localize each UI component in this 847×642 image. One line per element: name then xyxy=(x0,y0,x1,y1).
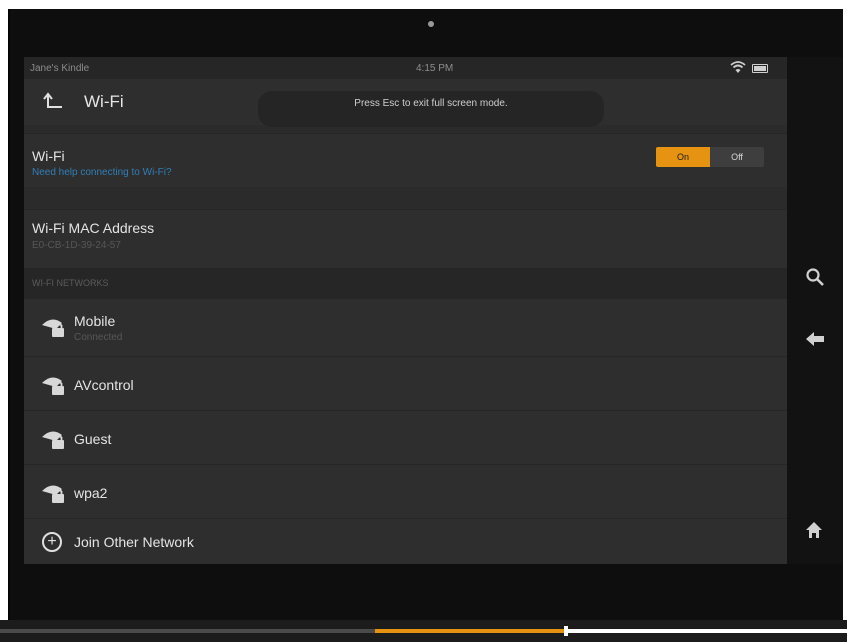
wifi-help-link[interactable]: Need help connecting to Wi-Fi? xyxy=(32,167,172,178)
wifi-toggle-row: Wi-Fi Need help connecting to Wi-Fi? On … xyxy=(24,133,787,187)
video-progress-fill xyxy=(375,629,566,633)
device-name: Jane's Kindle xyxy=(30,63,90,74)
battery-icon xyxy=(752,64,768,73)
secured-wifi-icon xyxy=(42,377,64,395)
page-title: Wi-Fi xyxy=(84,92,124,111)
status-bar: Jane's Kindle 4:15 PM xyxy=(24,57,787,79)
network-status: Connected xyxy=(74,332,123,343)
secured-wifi-icon xyxy=(42,319,64,337)
networks-section-header: WI-FI NETWORKS xyxy=(24,268,787,298)
clock: 4:15 PM xyxy=(416,63,454,74)
network-item[interactable]: AVcontrol xyxy=(24,356,787,410)
wifi-status-icon xyxy=(730,61,746,73)
network-name: wpa2 xyxy=(74,485,108,501)
fullscreen-toast: Press Esc to exit full screen mode. xyxy=(258,91,604,127)
camera-dot xyxy=(428,21,434,27)
back-arrow-icon[interactable] xyxy=(805,331,825,347)
home-icon[interactable] xyxy=(805,521,823,539)
network-name: Mobile xyxy=(74,313,116,329)
network-name: Guest xyxy=(74,431,112,447)
networks-section-title: WI-FI NETWORKS xyxy=(32,278,109,288)
secured-wifi-icon xyxy=(42,431,64,449)
mac-address-label: Wi-Fi MAC Address xyxy=(32,220,155,236)
mac-address-row: Wi-Fi MAC Address E0-CB-1D-39-24-57 xyxy=(24,209,787,268)
wifi-label: Wi-Fi xyxy=(32,148,65,164)
network-item[interactable]: wpa2 xyxy=(24,464,787,518)
join-other-network-button[interactable]: + Join Other Network xyxy=(24,518,787,564)
video-progress-buffered xyxy=(0,629,375,633)
tablet-frame: Jane's Kindle 4:15 PM Wi-Fi Press Esc to… xyxy=(8,9,843,634)
wifi-toggle[interactable]: On Off xyxy=(656,147,764,167)
network-name: AVcontrol xyxy=(74,377,134,393)
video-progress-handle[interactable] xyxy=(564,626,568,636)
secured-wifi-icon xyxy=(42,485,64,503)
join-other-network-label: Join Other Network xyxy=(74,534,194,550)
back-icon[interactable] xyxy=(42,91,66,111)
network-item[interactable]: Mobile Connected xyxy=(24,298,787,356)
title-bar: Wi-Fi Press Esc to exit full screen mode… xyxy=(24,79,787,127)
network-item[interactable]: Guest xyxy=(24,410,787,464)
side-rail xyxy=(787,57,843,564)
mac-address-value: E0-CB-1D-39-24-57 xyxy=(32,240,121,251)
screen: Jane's Kindle 4:15 PM Wi-Fi Press Esc to… xyxy=(24,57,787,564)
wifi-on-option[interactable]: On xyxy=(656,147,710,167)
search-icon[interactable] xyxy=(805,267,825,287)
add-circle-icon: + xyxy=(42,532,62,552)
wifi-off-option[interactable]: Off xyxy=(710,147,764,167)
